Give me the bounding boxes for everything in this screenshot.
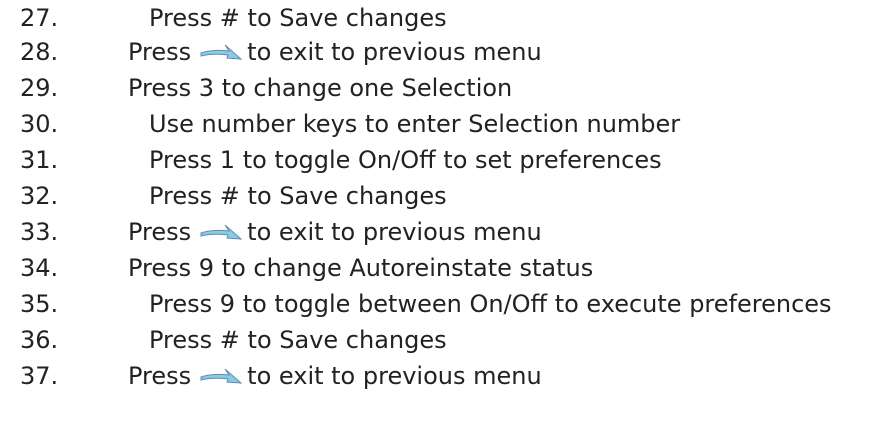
list-item: 27. Press # to Save changes [0, 1, 888, 35]
list-item: 35. Press 9 to toggle between On/Off to … [0, 287, 888, 321]
step-number: 33. [20, 218, 59, 246]
list-item: 32. Press # to Save changes [0, 179, 888, 213]
step-text: Press 9 to toggle between On/Off to exec… [149, 287, 832, 321]
step-number: 30. [20, 110, 59, 138]
step-number: 28. [20, 38, 59, 66]
step-number: 29. [20, 74, 59, 102]
step-text-content: Press 3 to change one Selection [128, 74, 513, 102]
step-text-before: Press [128, 38, 192, 66]
list-item: 28. Press to exit to previous menu [0, 35, 888, 69]
list-item: 31. Press 1 to toggle On/Off to set pref… [0, 143, 888, 177]
step-text-content: Press 9 to change Autoreinstate status [128, 254, 594, 282]
back-arrow-icon [199, 41, 243, 63]
step-text-after: to exit to previous menu [247, 38, 542, 66]
step-number: 34. [20, 254, 59, 282]
back-arrow-icon [199, 365, 243, 387]
list-item: 37. Press to exit to previous menu [0, 359, 888, 393]
step-text-content: Press 9 to toggle between On/Off to exec… [149, 290, 832, 318]
list-item: 30. Use number keys to enter Selection n… [0, 107, 888, 141]
step-text-before: Press [128, 218, 192, 246]
step-text: Press # to Save changes [149, 179, 447, 213]
step-text: Press # to Save changes [149, 323, 447, 357]
step-text-content: Press # to Save changes [149, 4, 447, 32]
step-text: Press 1 to toggle On/Off to set preferen… [149, 143, 662, 177]
step-text: Press 3 to change one Selection [128, 71, 512, 105]
step-text: Press to exit to previous menu [128, 359, 542, 393]
list-item: 33. Press to exit to previous menu [0, 215, 888, 249]
step-number: 32. [20, 182, 59, 210]
step-text-content: Press 1 to toggle On/Off to set preferen… [149, 146, 662, 174]
step-text-before: Press [128, 362, 192, 390]
step-number: 31. [20, 146, 59, 174]
back-arrow-icon [199, 221, 243, 243]
step-number: 27. [20, 4, 59, 32]
step-number: 35. [20, 290, 59, 318]
step-text: Use number keys to enter Selection numbe… [149, 107, 680, 141]
step-text-content: Use number keys to enter Selection numbe… [149, 110, 681, 138]
instruction-list: 27. Press # to Save changes 28. Press to… [0, 0, 888, 421]
step-text: Press # to Save changes [149, 1, 447, 35]
step-text-content: Press # to Save changes [149, 182, 447, 210]
step-text-content: Press # to Save changes [149, 326, 447, 354]
list-item: 34. Press 9 to change Autoreinstate stat… [0, 251, 888, 285]
step-text: Press 9 to change Autoreinstate status [128, 251, 593, 285]
step-text-after: to exit to previous menu [247, 218, 542, 246]
step-number: 36. [20, 326, 59, 354]
step-text: Press to exit to previous menu [128, 35, 542, 69]
step-number: 37. [20, 362, 59, 390]
list-item: 36. Press # to Save changes [0, 323, 888, 357]
list-item: 29. Press 3 to change one Selection [0, 71, 888, 105]
step-text: Press to exit to previous menu [128, 215, 542, 249]
step-text-after: to exit to previous menu [247, 362, 542, 390]
